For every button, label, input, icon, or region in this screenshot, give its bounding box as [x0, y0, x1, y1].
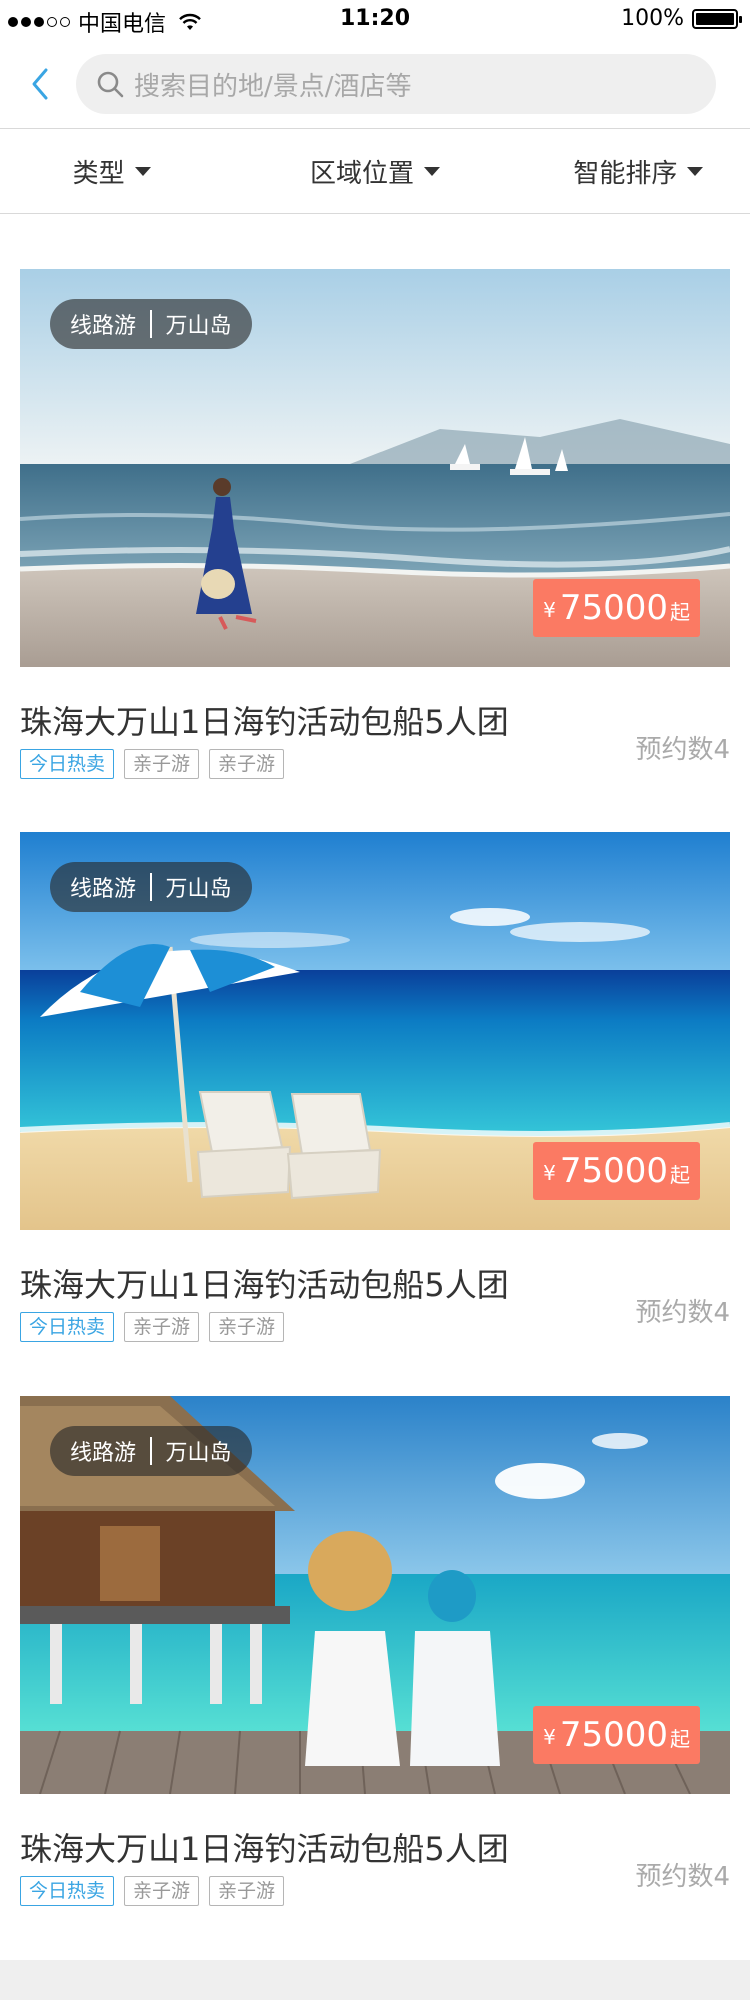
divider	[150, 1437, 152, 1465]
category-tag: 亲子游	[209, 1312, 285, 1342]
price-badge: ¥ 75000 起	[533, 579, 700, 637]
price-badge: ¥ 75000 起	[533, 1706, 700, 1764]
caret-down-icon	[424, 166, 440, 176]
battery-icon	[692, 8, 742, 29]
hot-tag: 今日热卖	[20, 749, 115, 779]
currency-symbol: ¥	[543, 1161, 556, 1185]
battery-fill	[696, 12, 734, 25]
currency-symbol: ¥	[543, 598, 556, 622]
price-badge: ¥ 75000 起	[533, 1142, 700, 1200]
battery-percent: 100%	[621, 6, 684, 31]
hot-tag: 今日热卖	[20, 1876, 115, 1906]
price-suffix: 起	[670, 1163, 690, 1187]
route-type-tag: 线路游 万山岛	[50, 299, 252, 349]
route-location: 万山岛	[165, 1441, 232, 1466]
filter-sort-label: 智能排序	[573, 158, 678, 189]
route-location: 万山岛	[165, 314, 232, 339]
product-title[interactable]: 珠海大万山1日海钓活动包船5人团	[20, 697, 509, 743]
product-image[interactable]: 线路游 万山岛 ¥ 75000 起	[20, 1396, 730, 1794]
category-tag: 亲子游	[209, 1876, 285, 1906]
category-tag: 亲子游	[209, 749, 285, 779]
category-tag: 亲子游	[124, 749, 200, 779]
currency-symbol: ¥	[543, 1725, 556, 1749]
list-footer-spacer	[0, 1960, 750, 2000]
product-tags: 今日热卖 亲子游 亲子游	[20, 1312, 285, 1342]
filter-area[interactable]: 区域位置	[263, 129, 486, 213]
price-amount: 75000	[559, 1151, 668, 1191]
price-suffix: 起	[670, 1727, 690, 1751]
route-type: 线路游	[70, 1441, 137, 1466]
product-tags: 今日热卖 亲子游 亲子游	[20, 1876, 285, 1906]
route-type-tag: 线路游 万山岛	[50, 1426, 252, 1476]
filter-area-label: 区域位置	[309, 158, 414, 189]
price-amount: 75000	[559, 588, 668, 628]
divider	[150, 310, 152, 338]
route-type: 线路游	[70, 314, 137, 339]
product-image[interactable]: 线路游 万山岛 ¥ 75000 起	[20, 832, 730, 1230]
caret-down-icon	[134, 166, 151, 176]
route-type-tag: 线路游 万山岛	[50, 862, 252, 912]
filter-bar: 类型 区域位置 智能排序	[0, 129, 750, 214]
search-icon	[97, 71, 124, 98]
search-placeholder: 搜索目的地/景点/酒店等	[134, 71, 412, 102]
chevron-left-icon[interactable]	[22, 62, 58, 106]
filter-type[interactable]: 类型	[0, 129, 263, 213]
filter-type-label: 类型	[72, 158, 125, 189]
route-type: 线路游	[70, 877, 137, 902]
search-header: 搜索目的地/景点/酒店等	[0, 40, 750, 129]
filter-sort[interactable]: 智能排序	[487, 129, 750, 213]
booking-count: 预约数4	[635, 735, 730, 765]
search-input[interactable]: 搜索目的地/景点/酒店等	[76, 54, 716, 114]
category-tag: 亲子游	[124, 1312, 200, 1342]
booking-count: 预约数4	[635, 1862, 730, 1892]
caret-down-icon	[687, 166, 704, 176]
price-suffix: 起	[670, 600, 690, 624]
product-image[interactable]: 线路游 万山岛 ¥ 75000 起	[20, 269, 730, 667]
price-amount: 75000	[559, 1715, 668, 1755]
product-tags: 今日热卖 亲子游 亲子游	[20, 749, 285, 779]
route-location: 万山岛	[165, 877, 232, 902]
status-right: 100%	[621, 6, 742, 31]
booking-count: 预约数4	[635, 1298, 730, 1328]
hot-tag: 今日热卖	[20, 1312, 115, 1342]
category-tag: 亲子游	[124, 1876, 200, 1906]
product-title[interactable]: 珠海大万山1日海钓活动包船5人团	[20, 1260, 509, 1306]
status-bar: 中国电信 11:20 100%	[0, 0, 750, 40]
product-title[interactable]: 珠海大万山1日海钓活动包船5人团	[20, 1824, 509, 1870]
divider	[150, 873, 152, 901]
